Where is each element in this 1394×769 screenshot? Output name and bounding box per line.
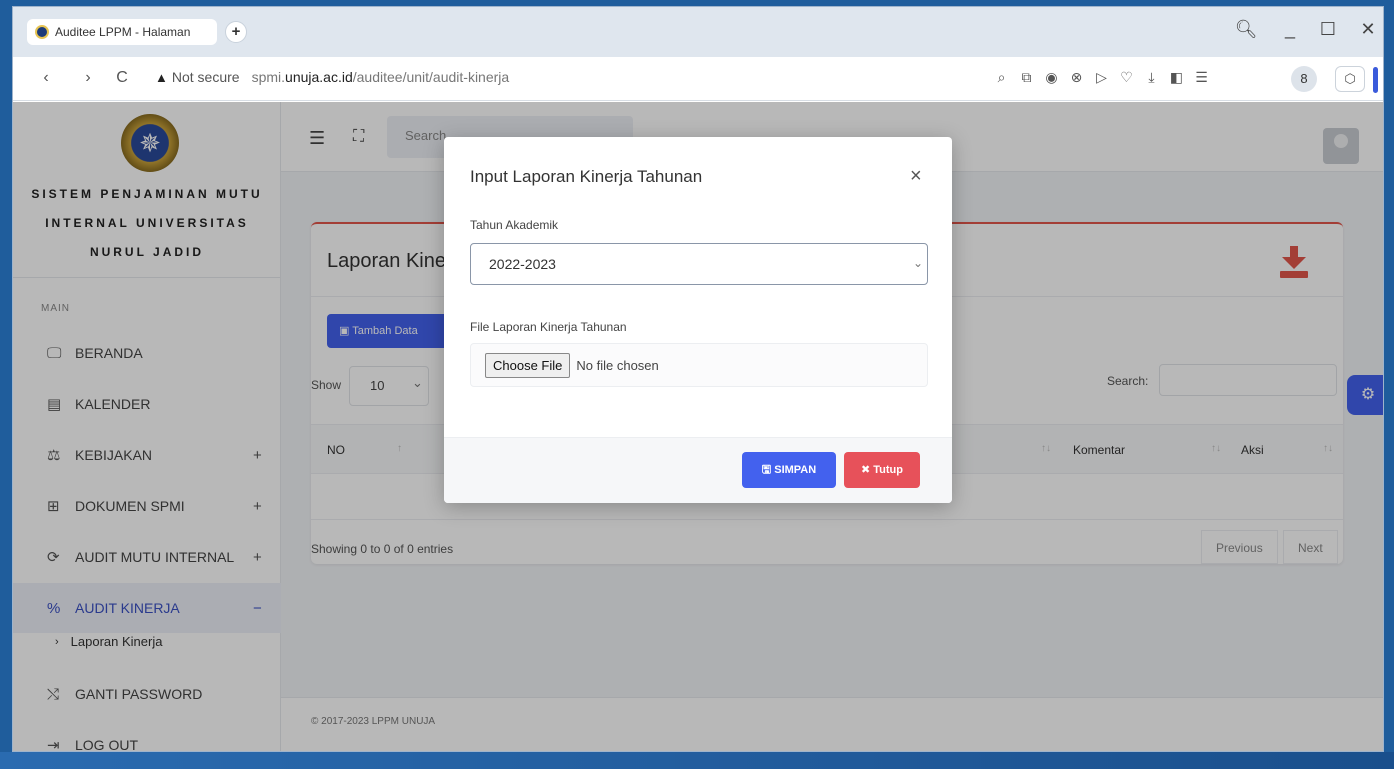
- extension-icon[interactable]: ⧉: [1014, 69, 1039, 86]
- browser-search-icon[interactable]: 🔍︎: [1231, 19, 1261, 40]
- academic-year-select[interactable]: 2022-2023 ⌄: [470, 243, 928, 285]
- save-label: SIMPAN: [774, 464, 817, 476]
- browser-tab[interactable]: Auditee LPPM - Halaman: [27, 19, 217, 45]
- close-window-button[interactable]: ✕: [1353, 19, 1383, 40]
- close-icon[interactable]: ×: [910, 165, 922, 188]
- chevron-down-icon: ⌄: [913, 256, 924, 270]
- extension-icon[interactable]: ♡: [1114, 69, 1139, 86]
- academic-year-value: 2022-2023: [489, 256, 556, 272]
- back-button[interactable]: ‹: [35, 69, 57, 87]
- new-tab-button[interactable]: +: [225, 21, 247, 43]
- extension-icon[interactable]: ⤓: [1139, 69, 1164, 86]
- extension-icon[interactable]: ◉: [1039, 69, 1064, 86]
- taskbar-strip: [0, 752, 1394, 769]
- extension-icon[interactable]: ⊗: [1064, 69, 1089, 86]
- url-path: /auditee/unit/audit-kinerja: [352, 69, 510, 85]
- side-panel-indicator: [1373, 67, 1378, 93]
- extension-icon[interactable]: ☰: [1189, 69, 1214, 86]
- address-bar: ‹ › C ▲ Not secure spmi.unuja.ac.id/audi…: [13, 57, 1383, 101]
- tab-title: Auditee LPPM - Halaman: [55, 25, 191, 39]
- choose-file-button[interactable]: Choose File: [485, 352, 571, 378]
- x-icon: ✖: [860, 464, 874, 476]
- reload-button[interactable]: C: [111, 69, 133, 87]
- input-report-modal: Input Laporan Kinerja Tahunan × Tahun Ak…: [444, 137, 952, 503]
- url-domain: unuja.ac.id: [285, 69, 353, 85]
- file-label: File Laporan Kinerja Tahunan: [470, 320, 627, 334]
- modal-title: Input Laporan Kinerja Tahunan: [470, 167, 703, 186]
- forward-button[interactable]: ›: [77, 69, 99, 87]
- academic-year-label: Tahun Akademik: [470, 218, 559, 232]
- save-button[interactable]: 🖫 SIMPAN: [742, 452, 836, 488]
- url-field[interactable]: ▲ Not secure spmi.unuja.ac.id/auditee/un…: [155, 69, 509, 85]
- title-bar: Auditee LPPM - Halaman + 🔍︎ _ ☐ ✕: [13, 7, 1383, 57]
- extension-icons: ⌕ ⧉ ◉ ⊗ ▷ ♡ ⤓ ◧ ☰: [989, 69, 1214, 86]
- no-file-text: No file chosen: [576, 357, 659, 373]
- file-input[interactable]: Choose File No file chosen: [470, 343, 928, 387]
- extension-icon[interactable]: ◧: [1164, 69, 1189, 86]
- extension-icon[interactable]: ▷: [1089, 69, 1114, 86]
- minimize-button[interactable]: _: [1275, 19, 1305, 40]
- web-page: SISTEM PENJAMINAN MUTU INTERNAL UNIVERSI…: [13, 102, 1383, 751]
- browser-window: Auditee LPPM - Halaman + 🔍︎ _ ☐ ✕ ‹ › C …: [12, 6, 1384, 752]
- warning-icon: ▲: [155, 69, 168, 85]
- save-icon: 🖫: [761, 464, 775, 476]
- extension-icon[interactable]: ⌕: [989, 69, 1014, 86]
- profile-button[interactable]: 8: [1291, 66, 1317, 92]
- url-prefix: spmi.: [251, 69, 286, 85]
- security-label: Not secure: [171, 69, 240, 85]
- url-text: spmi.unuja.ac.id/auditee/unit/audit-kine…: [252, 69, 510, 85]
- modal-footer: 🖫 SIMPAN ✖ Tutup: [444, 437, 952, 503]
- extensions-cube-icon[interactable]: ⬡: [1335, 66, 1365, 92]
- close-button[interactable]: ✖ Tutup: [844, 452, 920, 488]
- site-favicon-icon: [35, 25, 49, 39]
- maximize-button[interactable]: ☐: [1313, 19, 1343, 40]
- close-label: Tutup: [873, 464, 903, 476]
